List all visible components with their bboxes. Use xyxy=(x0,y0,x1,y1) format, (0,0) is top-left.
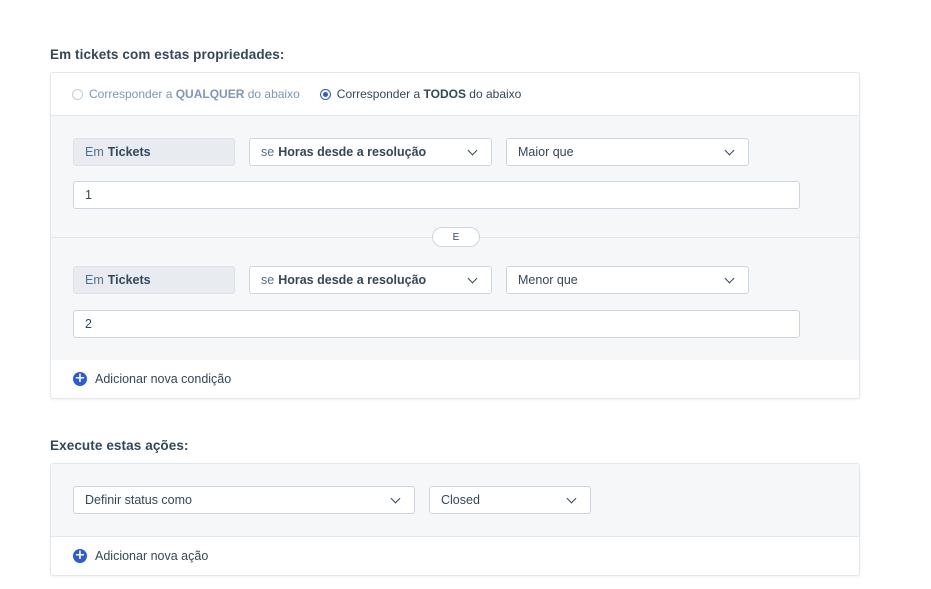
property-select[interactable]: se Horas desde a resolução xyxy=(249,138,492,166)
add-condition-label[interactable]: Adicionar nova condição xyxy=(95,372,231,386)
match-all-radio[interactable]: Corresponder a TODOS do abaixo xyxy=(319,87,522,101)
chevron-down-icon xyxy=(467,273,478,283)
object-pill: Em Tickets xyxy=(73,266,235,294)
chevron-down-icon xyxy=(566,493,577,503)
condition-value-input[interactable]: 2 xyxy=(73,310,800,338)
plus-circle-icon[interactable]: + xyxy=(73,372,87,386)
object-prefix: Em xyxy=(85,145,104,159)
match-any-label[interactable]: Corresponder a QUALQUER do abaixo xyxy=(89,87,300,101)
chevron-down-icon xyxy=(390,493,401,503)
object-prefix: Em xyxy=(85,273,104,287)
operator-select[interactable]: Menor que xyxy=(506,266,749,294)
condition-row-1: Em Tickets se Horas desde a resolução Maio… xyxy=(51,115,859,237)
action-select[interactable]: Definir status como xyxy=(73,486,415,514)
radio-checked-icon[interactable] xyxy=(319,88,331,100)
object-name: Tickets xyxy=(107,273,151,287)
add-action-button[interactable]: + Adicionar nova ação xyxy=(73,549,208,563)
condition-value-text: 2 xyxy=(85,317,92,331)
conditions-section-title: Em tickets com estas propriedades: xyxy=(50,47,285,62)
status-select[interactable]: Closed xyxy=(429,486,591,514)
property-select[interactable]: se Horas desde a resolução xyxy=(249,266,492,294)
match-all-label[interactable]: Corresponder a TODOS do abaixo xyxy=(337,87,522,101)
action-select-value: Definir status como xyxy=(85,493,192,507)
match-mode-selector: Corresponder a QUALQUER do abaixo Corres… xyxy=(51,73,859,115)
add-action-label[interactable]: Adicionar nova ação xyxy=(95,549,208,563)
chevron-down-icon xyxy=(724,273,735,283)
property-select-value: se Horas desde a resolução xyxy=(261,273,427,287)
object-pill: Em Tickets xyxy=(73,138,235,166)
radio-unchecked-icon[interactable] xyxy=(72,88,83,100)
operator-select[interactable]: Maior que xyxy=(506,138,749,166)
status-select-value: Closed xyxy=(441,493,480,507)
add-condition-button[interactable]: + Adicionar nova condição xyxy=(73,372,231,386)
and-joiner-badge: E xyxy=(432,227,480,247)
actions-card: Definir status como Closed + Adicionar n… xyxy=(50,463,860,576)
property-select-value: se Horas desde a resolução xyxy=(261,145,427,159)
conditions-card: Corresponder a QUALQUER do abaixo Corres… xyxy=(50,72,860,399)
operator-select-value: Maior que xyxy=(518,145,574,159)
action-row-1: Definir status como Closed xyxy=(51,464,859,537)
match-any-radio[interactable]: Corresponder a QUALQUER do abaixo xyxy=(72,87,300,101)
condition-value-text: 1 xyxy=(85,188,92,202)
operator-select-value: Menor que xyxy=(518,273,578,287)
chevron-down-icon xyxy=(467,145,478,155)
condition-row-2: Em Tickets se Horas desde a resolução Meno… xyxy=(51,237,859,360)
actions-section-title: Execute estas ações: xyxy=(50,438,189,453)
object-name: Tickets xyxy=(107,145,151,159)
plus-circle-icon[interactable]: + xyxy=(73,549,87,563)
chevron-down-icon xyxy=(724,145,735,155)
condition-value-input[interactable]: 1 xyxy=(73,181,800,209)
